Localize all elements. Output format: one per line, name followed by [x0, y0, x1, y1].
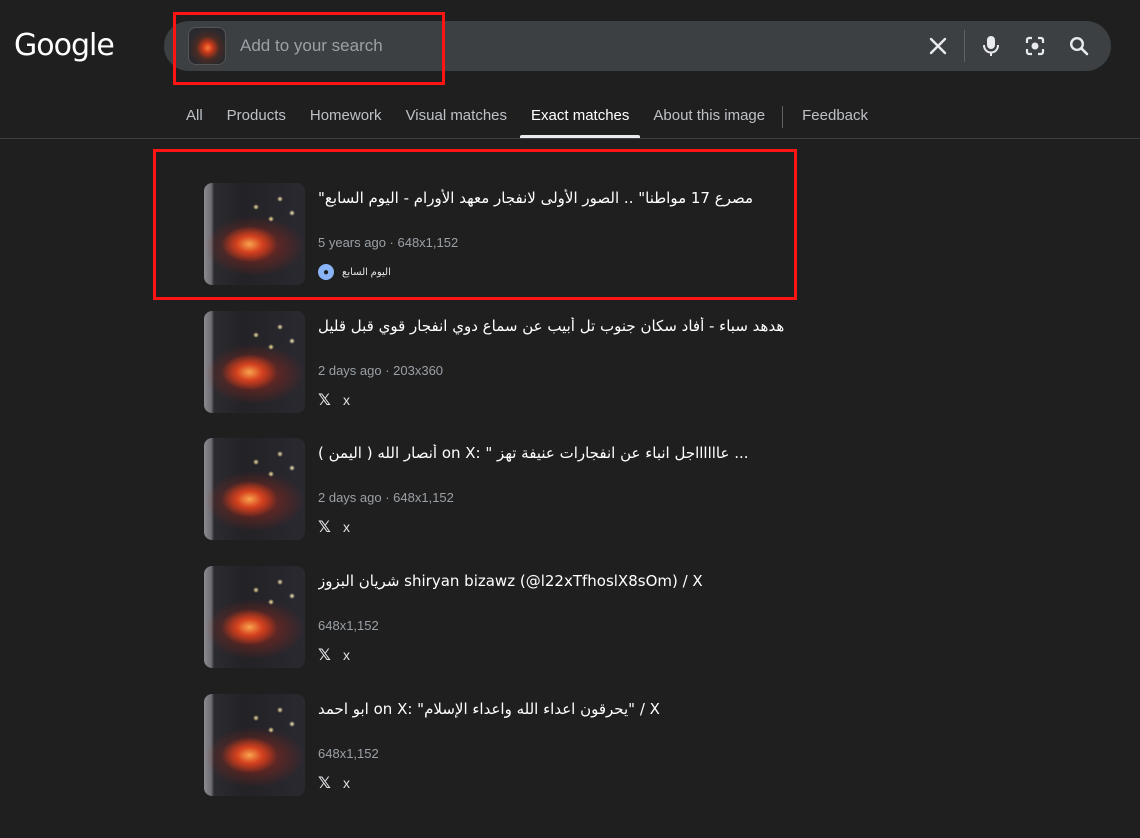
tab-about-this-image[interactable]: About this image	[653, 106, 765, 138]
x-logo-icon: 𝕏	[318, 773, 331, 792]
search-bar	[164, 21, 1111, 71]
result-meta: 2 days ago · 648x1,152	[318, 490, 454, 505]
result-source[interactable]: ● اليوم السابع	[318, 263, 391, 281]
result-title[interactable]: هدهد سباء - أفاد سكان جنوب تل أبيب عن سم…	[318, 317, 788, 335]
search-bar-divider	[964, 30, 965, 62]
tab-all[interactable]: All	[186, 106, 203, 138]
microphone-icon[interactable]	[977, 32, 1005, 60]
result-source[interactable]: 𝕏 x	[318, 646, 350, 664]
x-logo-icon: 𝕏	[318, 390, 331, 409]
result-meta: 648x1,152	[318, 618, 379, 633]
search-input[interactable]	[240, 34, 840, 58]
result-source[interactable]: 𝕏 x	[318, 391, 350, 409]
tab-homework[interactable]: Homework	[310, 106, 382, 138]
result-meta: 2 days ago · 203x360	[318, 363, 444, 378]
result-source[interactable]: 𝕏 x	[318, 774, 350, 792]
result-meta: 5 years ago · 648x1,152	[318, 235, 459, 250]
tab-feedback[interactable]: Feedback	[802, 106, 868, 138]
result-item[interactable]: ابو احمد on X: "يحرقون اعداء الله واعداء…	[204, 694, 794, 796]
globe-icon: ●	[318, 264, 334, 280]
result-meta: 648x1,152	[318, 746, 379, 761]
search-image-thumbnail[interactable]	[188, 27, 226, 65]
tab-visual-matches[interactable]: Visual matches	[406, 106, 507, 138]
result-thumbnail[interactable]	[204, 311, 305, 413]
search-icon[interactable]	[1065, 32, 1093, 60]
result-source-label: x	[343, 647, 350, 663]
result-source[interactable]: 𝕏 x	[318, 518, 350, 536]
result-title[interactable]: ابو احمد on X: "يحرقون اعداء الله واعداء…	[318, 700, 788, 718]
result-source-label: x	[343, 519, 350, 535]
result-source-label: x	[343, 392, 350, 408]
result-title[interactable]: شريان البزوز shiryan bizawz (@l22xTfhosl…	[318, 572, 788, 590]
result-thumbnail[interactable]	[204, 183, 305, 285]
lens-camera-icon[interactable]	[1021, 32, 1049, 60]
result-title[interactable]: أنصار الله ( اليمن ) on X: " عااااااجل ا…	[318, 444, 788, 462]
result-item[interactable]: أنصار الله ( اليمن ) on X: " عااااااجل ا…	[204, 438, 794, 540]
x-logo-icon: 𝕏	[318, 645, 331, 664]
x-logo-icon: 𝕏	[318, 517, 331, 536]
result-source-label: اليوم السابع	[342, 266, 391, 278]
result-item[interactable]: شريان البزوز shiryan bizawz (@l22xTfhosl…	[204, 566, 794, 668]
filter-tabs: All Products Homework Visual matches Exa…	[186, 106, 892, 138]
result-thumbnail[interactable]	[204, 694, 305, 796]
result-source-label: x	[343, 775, 350, 791]
google-logo[interactable]: Google	[14, 28, 115, 63]
tab-products[interactable]: Products	[227, 106, 286, 138]
result-item[interactable]: هدهد سباء - أفاد سكان جنوب تل أبيب عن سم…	[204, 311, 794, 413]
tab-divider	[782, 106, 784, 128]
result-thumbnail[interactable]	[204, 438, 305, 540]
header-divider	[0, 138, 1140, 139]
tab-exact-matches[interactable]: Exact matches	[519, 106, 641, 138]
result-title[interactable]: "مصرع 17 مواطنا" .. الصور الأولى لانفجار…	[318, 189, 788, 207]
result-item[interactable]: "مصرع 17 مواطنا" .. الصور الأولى لانفجار…	[204, 183, 794, 285]
clear-icon[interactable]	[924, 32, 952, 60]
result-thumbnail[interactable]	[204, 566, 305, 668]
